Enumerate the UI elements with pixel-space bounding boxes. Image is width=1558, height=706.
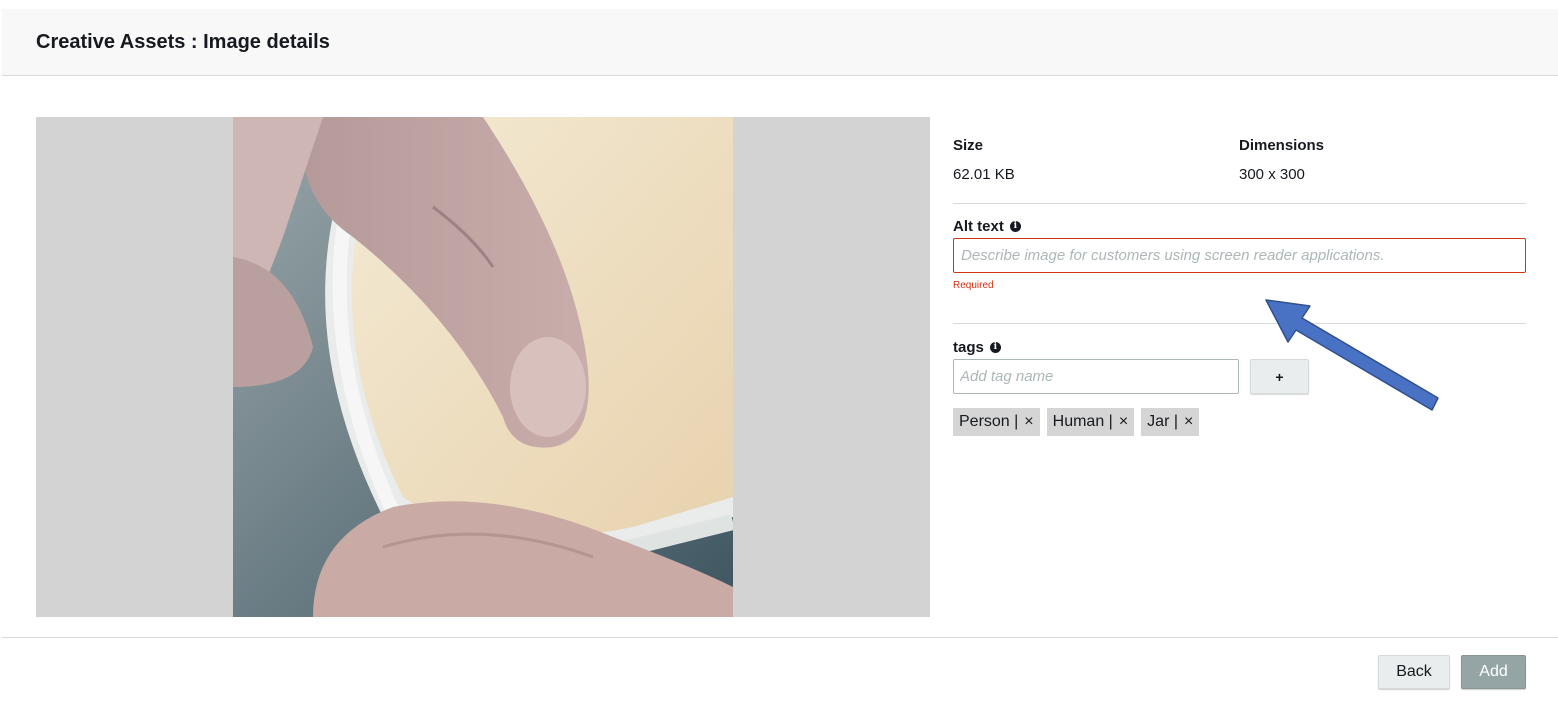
tag-chip: Human | × <box>1046 408 1135 436</box>
tag-chip: Jar | × <box>1141 408 1200 436</box>
tag-chip: Person | × <box>953 408 1040 436</box>
back-button[interactable]: Back <box>1378 655 1450 689</box>
close-icon[interactable]: × <box>1184 413 1193 431</box>
size-label: Size <box>953 137 984 154</box>
close-icon[interactable]: × <box>1119 413 1128 431</box>
image-details-page: Creative Assets : Image details Size 62.… <box>0 0 1558 706</box>
dimensions-label: Dimensions <box>1239 137 1325 154</box>
info-icon[interactable]: i <box>1009 221 1021 232</box>
tag-label: Jar | <box>1147 413 1178 430</box>
add-button[interactable]: Add <box>1461 655 1526 689</box>
page-title: Creative Assets : Image details <box>36 31 330 53</box>
alt-text-label: Alt text <box>953 218 1004 235</box>
alt-text-required-error: Required <box>953 280 994 291</box>
image-preview <box>233 117 733 617</box>
tag-label: Person | <box>959 413 1019 430</box>
tags-label: tags <box>953 339 984 356</box>
tags-field-label: tags i <box>953 339 1001 356</box>
tag-name-input[interactable] <box>953 359 1239 394</box>
info-icon[interactable]: i <box>989 342 1001 353</box>
section-divider <box>953 203 1526 204</box>
close-icon[interactable]: × <box>1024 413 1033 431</box>
footer-divider <box>2 637 1558 638</box>
dimensions-value: 300 x 300 <box>1239 166 1305 183</box>
tag-label: Human | <box>1052 413 1113 430</box>
tags-list: Person | × Human | × Jar | × <box>953 408 1200 436</box>
alt-text-input[interactable] <box>953 238 1526 273</box>
image-preview-panel <box>36 117 930 617</box>
alt-text-field-label: Alt text i <box>953 218 1021 235</box>
size-value: 62.01 KB <box>953 166 1015 183</box>
preview-photo <box>233 117 733 617</box>
page-header: Creative Assets : Image details <box>2 9 1558 76</box>
annotation-arrow-icon <box>1265 299 1439 411</box>
